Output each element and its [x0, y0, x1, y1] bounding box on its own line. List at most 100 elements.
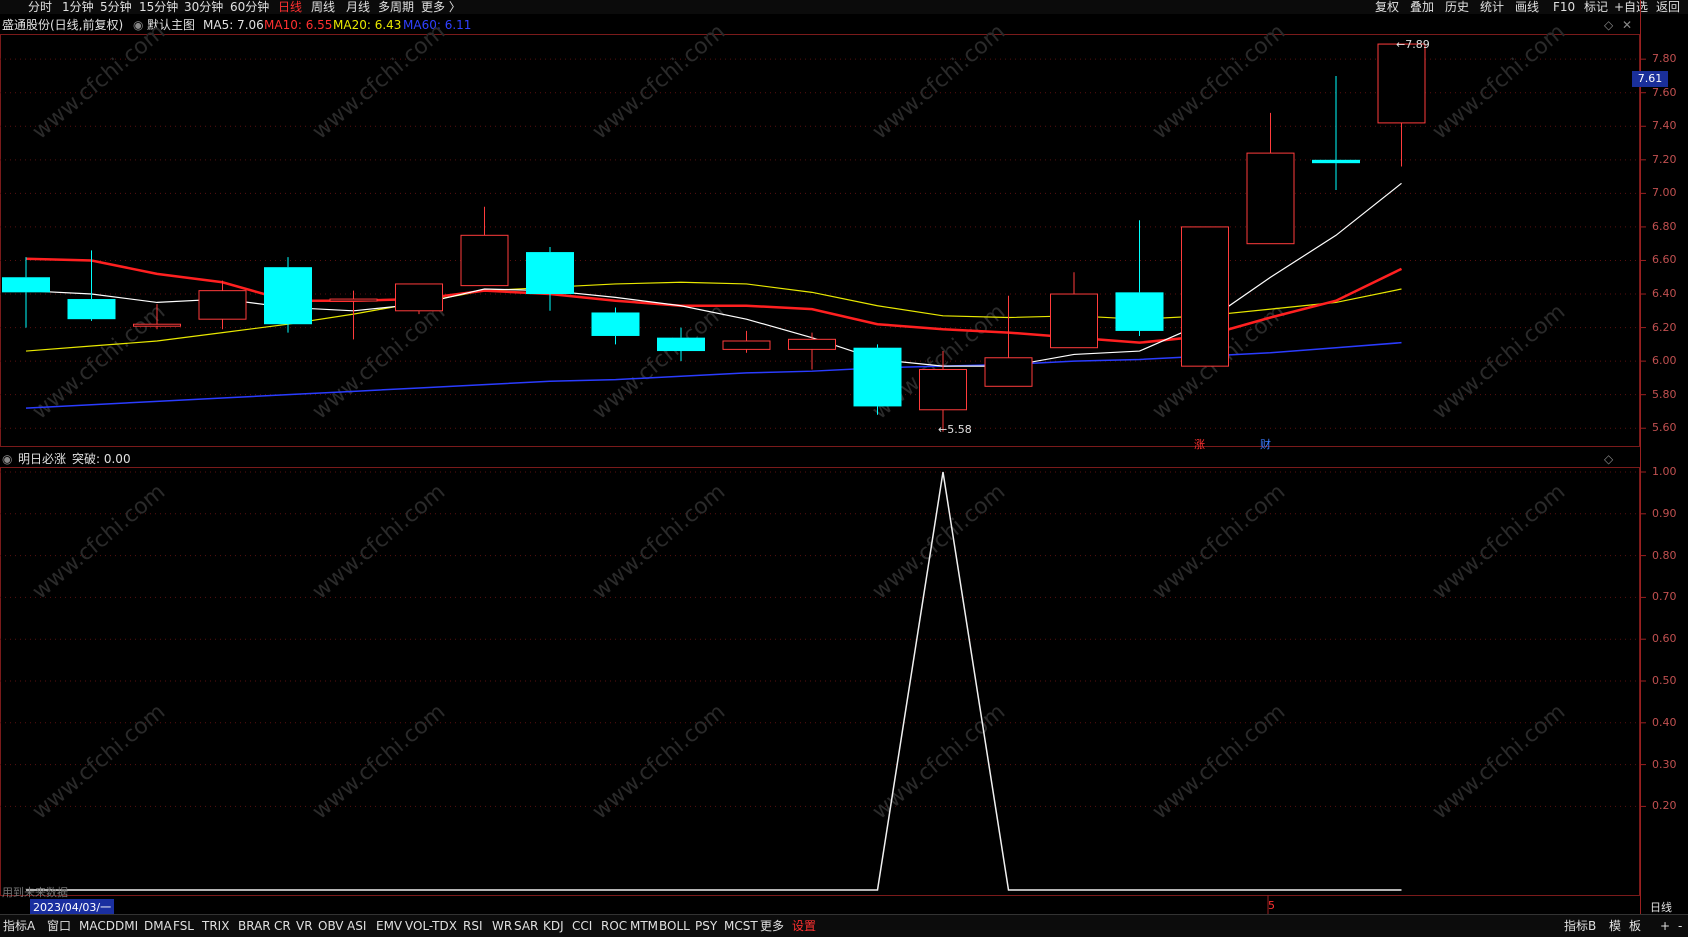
- indicator-tab[interactable]: SAR: [514, 918, 538, 934]
- candle-body-down: [67, 299, 116, 320]
- candle-body-up: [1050, 293, 1098, 349]
- watermark-text: www.cfchi.com: [1428, 299, 1570, 424]
- high-price-value: 7.89: [1405, 38, 1430, 51]
- watermark-text: www.cfchi.com: [1148, 479, 1290, 604]
- candle-body-down: [1115, 292, 1164, 331]
- watermark-text: www.cfchi.com: [868, 19, 1010, 144]
- date-cursor-label: 2023/04/03/一: [30, 899, 115, 915]
- indicator-tick-label: 1.00: [1652, 465, 1677, 478]
- indicator-tab[interactable]: 窗口: [47, 918, 71, 934]
- indicator-tab[interactable]: 更多: [760, 918, 784, 934]
- indicator-tab[interactable]: OBV: [318, 918, 344, 934]
- indicator-tab[interactable]: 设置: [792, 918, 816, 934]
- indicator-tab[interactable]: PSY: [695, 918, 717, 934]
- indicator-tab[interactable]: 指标A: [3, 918, 35, 934]
- candle-body-down: [2, 277, 50, 293]
- indicator-tab[interactable]: BOLL: [659, 918, 690, 934]
- watermark-text: www.cfchi.com: [28, 19, 170, 144]
- low-price-label: ←5.58: [938, 423, 972, 436]
- indicator-tick-label: 0.50: [1652, 674, 1677, 687]
- bottom-right-button[interactable]: +: [1660, 918, 1670, 934]
- future-data-note: 用到未来数据: [2, 886, 68, 899]
- current-price-badge: 7.61: [1632, 71, 1668, 87]
- price-tick-label: 7.40: [1652, 119, 1677, 133]
- candle-body-up: [984, 357, 1033, 387]
- tag-zhang[interactable]: 涨: [1194, 436, 1205, 452]
- indicator-tab[interactable]: ASI: [347, 918, 366, 934]
- indicator-tab[interactable]: FSL: [173, 918, 194, 934]
- price-tick-label: 5.80: [1652, 387, 1677, 401]
- bottom-right-button[interactable]: -: [1678, 918, 1682, 934]
- indicator-tab[interactable]: EMV: [376, 918, 402, 934]
- candle-body-down: [853, 347, 902, 407]
- indicator-tab[interactable]: WR: [492, 918, 512, 934]
- candle-body-down: [657, 337, 705, 352]
- price-tick-label: 6.60: [1652, 253, 1677, 267]
- candle-body-up: [198, 290, 247, 320]
- watermark-text: www.cfchi.com: [588, 479, 730, 604]
- indicator-tick-label: 0.30: [1652, 757, 1677, 771]
- price-tick-label: 7.80: [1652, 52, 1677, 66]
- bottom-right-button[interactable]: 模: [1609, 918, 1621, 934]
- candle-body-up: [460, 234, 509, 287]
- price-tick-label: 7.60: [1652, 85, 1677, 99]
- indicator-tab-bar: 指标A 窗口 MACD DMI DMA FSL TRIX BRAR CR VR OBV ASI EMV V…: [0, 914, 1688, 937]
- price-tick-label: 5.60: [1652, 421, 1677, 435]
- indicator-tab[interactable]: VR: [296, 918, 313, 934]
- tag-cai[interactable]: 财: [1260, 436, 1271, 452]
- watermark-text: www.cfchi.com: [308, 699, 450, 824]
- price-tick-label: 7.00: [1652, 186, 1677, 200]
- watermark-text: www.cfchi.com: [308, 19, 450, 144]
- watermark-text: www.cfchi.com: [28, 479, 170, 604]
- indicator-tab[interactable]: MTM: [630, 918, 658, 934]
- indicator-tab[interactable]: DMI: [115, 918, 138, 934]
- watermark-text: www.cfchi.com: [588, 19, 730, 144]
- indicator-tab[interactable]: MACD: [79, 918, 115, 934]
- watermark-text: www.cfchi.com: [1428, 699, 1570, 824]
- indicator-tab[interactable]: BRAR: [238, 918, 271, 934]
- watermark-text: www.cfchi.com: [588, 699, 730, 824]
- indicator-tab[interactable]: KDJ: [543, 918, 564, 934]
- indicator-tab[interactable]: ROC: [601, 918, 627, 934]
- indicator-tab[interactable]: DMA: [144, 918, 172, 934]
- indicator-tab[interactable]: VOL-TDX: [405, 918, 457, 934]
- candle-body-down: [1312, 159, 1360, 164]
- indicator-tick-label: 0.70: [1652, 590, 1677, 604]
- candle-body-up: [133, 323, 181, 327]
- indicator-tab[interactable]: RSI: [463, 918, 483, 934]
- kline-chart[interactable]: www.cfchi.com www.cfchi.com www.cfchi.com w…: [0, 0, 1688, 936]
- indicator-tick-label: 0.80: [1652, 548, 1677, 562]
- price-tick-label: 6.80: [1652, 219, 1677, 233]
- indicator-tab[interactable]: TRIX: [202, 918, 229, 934]
- indicator-tick-label: 0.60: [1652, 632, 1677, 646]
- candle-body-up: [919, 369, 967, 411]
- candle-body-up: [1377, 43, 1426, 124]
- period-label: 日线: [1650, 901, 1672, 914]
- high-price-label: ←7.89: [1396, 38, 1430, 51]
- indicator-tick-label: 0.90: [1652, 506, 1677, 520]
- watermark-text: www.cfchi.com: [308, 479, 450, 604]
- indicator-tab[interactable]: MCST: [724, 918, 758, 934]
- candle-body-up: [1246, 152, 1295, 245]
- price-tick-label: 6.00: [1652, 354, 1677, 368]
- candle-body-up: [329, 298, 378, 302]
- candle-body-up: [1181, 226, 1229, 367]
- candle-body-down: [591, 312, 640, 336]
- watermark-text: www.cfchi.com: [1428, 479, 1570, 604]
- price-tick-label: 6.20: [1652, 320, 1677, 334]
- low-price-value: 5.58: [947, 423, 972, 436]
- price-tick-label: 6.40: [1652, 287, 1677, 301]
- watermark-text: www.cfchi.com: [28, 699, 170, 824]
- indicator-tab[interactable]: CR: [274, 918, 291, 934]
- bottom-right-button[interactable]: 板: [1629, 918, 1641, 934]
- month-marker: 5: [1268, 899, 1275, 912]
- indicator-tab[interactable]: CCI: [572, 918, 592, 934]
- watermark-text: www.cfchi.com: [1428, 19, 1570, 144]
- candle-body-up: [395, 283, 443, 312]
- bottom-right-button[interactable]: 指标B: [1564, 918, 1596, 934]
- watermark-text: www.cfchi.com: [1148, 19, 1290, 144]
- indicator-tick-label: 0.40: [1652, 715, 1677, 729]
- watermark-text: www.cfchi.com: [1148, 699, 1290, 824]
- candle-body-up: [722, 340, 771, 350]
- candle-body-down: [526, 252, 574, 295]
